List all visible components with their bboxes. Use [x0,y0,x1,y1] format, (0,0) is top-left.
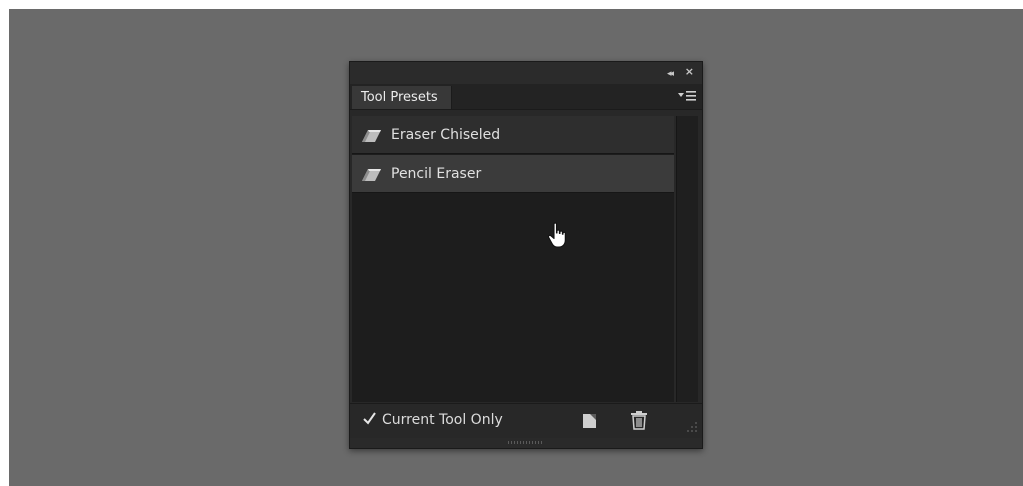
current-tool-only-option[interactable]: Current Tool Only [362,410,503,430]
eraser-icon [359,124,383,146]
current-tool-only-checkbox[interactable] [362,411,377,426]
trash-icon[interactable] [630,410,648,430]
presets-list: Eraser Chiseled Pencil Eraser [352,116,674,402]
list-item-label: Pencil Eraser [391,166,482,182]
close-icon[interactable]: × [685,65,694,79]
list-item[interactable]: Eraser Chiseled [352,116,674,154]
panel-menu-icon[interactable] [676,88,698,104]
panel-bottom-resize-handle[interactable] [350,438,702,448]
hand-pointer-cursor-icon [546,222,572,250]
panel-tab-bar: Tool Presets [350,84,702,110]
workspace-background: ◂◂ × Tool Presets Eraser Chiseled Pencil… [9,9,1023,486]
list-scrollbar[interactable] [676,116,698,402]
resize-grip-icon[interactable] [686,418,698,432]
grip-dots-icon [508,441,544,444]
list-item-label: Eraser Chiseled [391,127,501,143]
tab-tool-presets[interactable]: Tool Presets [352,86,452,109]
panel-footer: Current Tool Only [350,403,702,438]
list-item-selected[interactable]: Pencil Eraser [352,155,674,193]
tool-presets-panel: ◂◂ × Tool Presets Eraser Chiseled Pencil… [349,61,703,449]
current-tool-only-label: Current Tool Only [382,412,503,428]
collapse-panel-icon[interactable]: ◂◂ [667,67,674,81]
eraser-icon [359,163,383,185]
new-preset-icon[interactable] [582,411,598,429]
panel-title-bar[interactable]: ◂◂ × [350,62,702,84]
